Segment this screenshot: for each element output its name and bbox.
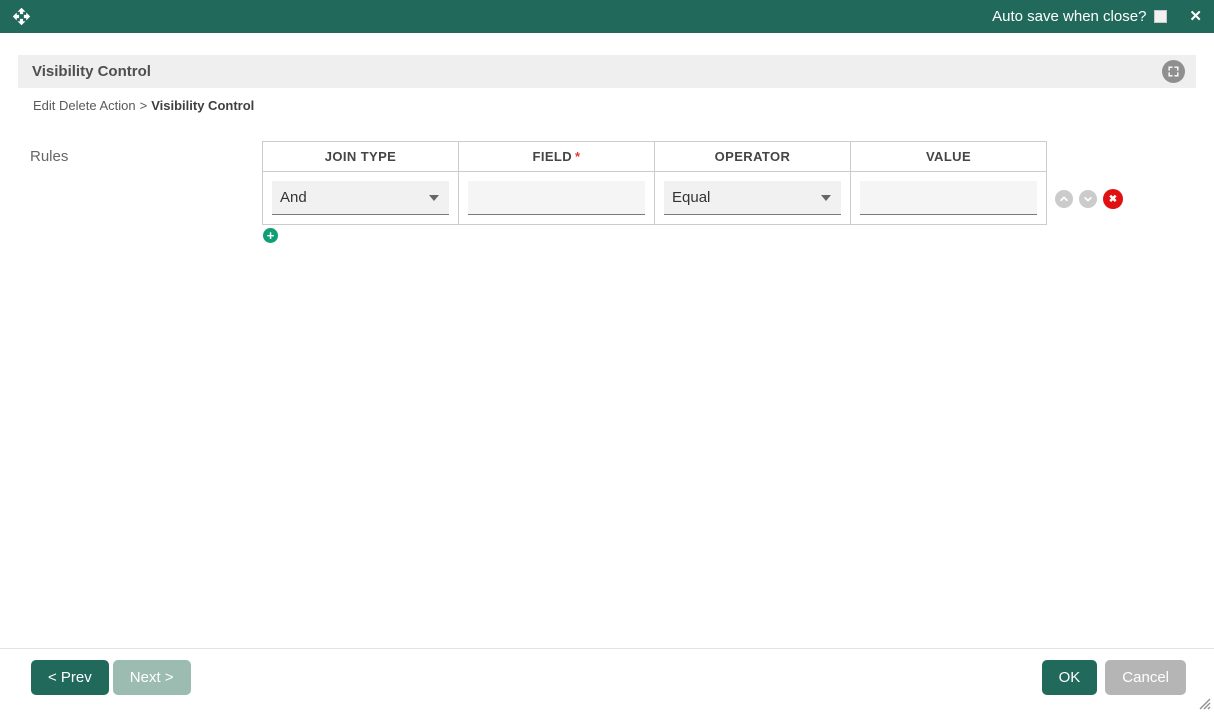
move-row-down-button[interactable] (1079, 190, 1097, 208)
fullscreen-icon (1167, 65, 1180, 78)
panel-header: Visibility Control (18, 55, 1196, 88)
dialog-titlebar[interactable]: Auto save when close? ✕ (0, 0, 1214, 33)
autosave-checkbox[interactable] (1154, 10, 1167, 23)
prev-button[interactable]: < Prev (31, 660, 109, 695)
autosave-label: Auto save when close? (992, 8, 1146, 25)
column-header-join-type: JOIN TYPE (263, 142, 459, 172)
join-type-select[interactable]: And (272, 181, 449, 215)
rules-section: Rules JOIN TYPE FIELD* OPERATOR VALUE (0, 113, 1214, 243)
cancel-button[interactable]: Cancel (1105, 660, 1186, 695)
chevron-up-icon (1059, 194, 1069, 204)
operator-selected-value: Equal (672, 189, 821, 206)
cell-value (851, 172, 1047, 225)
breadcrumb-separator: > (140, 98, 148, 113)
footer-bar: < Prev Next > OK Cancel (0, 648, 1214, 719)
table-header-row: JOIN TYPE FIELD* OPERATOR VALUE (263, 142, 1047, 172)
cell-operator: Equal (655, 172, 851, 225)
row-actions: ✖ (1055, 189, 1123, 209)
chevron-down-icon (429, 195, 439, 201)
rules-table-area: JOIN TYPE FIELD* OPERATOR VALUE (262, 141, 1047, 243)
page-title: Visibility Control (32, 63, 151, 80)
move-row-up-button[interactable] (1055, 190, 1073, 208)
cell-field (459, 172, 655, 225)
add-rule-button[interactable]: + (263, 228, 278, 243)
resize-grip-icon[interactable] (1199, 697, 1211, 715)
chevron-down-icon (821, 195, 831, 201)
ok-button[interactable]: OK (1042, 660, 1098, 695)
chevron-down-icon (1083, 194, 1093, 204)
value-input[interactable] (860, 181, 1037, 215)
join-type-selected-value: And (280, 189, 429, 206)
breadcrumb-current: Visibility Control (151, 98, 254, 113)
close-icon[interactable]: ✕ (1189, 9, 1202, 24)
next-button[interactable]: Next > (113, 660, 191, 695)
operator-select[interactable]: Equal (664, 181, 841, 215)
column-header-field: FIELD* (459, 142, 655, 172)
rules-label: Rules (30, 141, 262, 243)
rules-table: JOIN TYPE FIELD* OPERATOR VALUE (262, 141, 1047, 225)
column-header-value: VALUE (851, 142, 1047, 172)
expand-button[interactable] (1162, 60, 1185, 83)
delete-row-button[interactable]: ✖ (1103, 189, 1123, 209)
table-row: And Equal (263, 172, 1047, 225)
move-icon[interactable] (12, 7, 31, 26)
breadcrumb: Edit Delete Action >Visibility Control (18, 98, 1196, 113)
cell-join-type: And (263, 172, 459, 225)
required-marker: * (575, 149, 580, 164)
column-header-operator: OPERATOR (655, 142, 851, 172)
breadcrumb-parent: Edit Delete Action (33, 98, 136, 113)
field-input[interactable] (468, 181, 645, 215)
